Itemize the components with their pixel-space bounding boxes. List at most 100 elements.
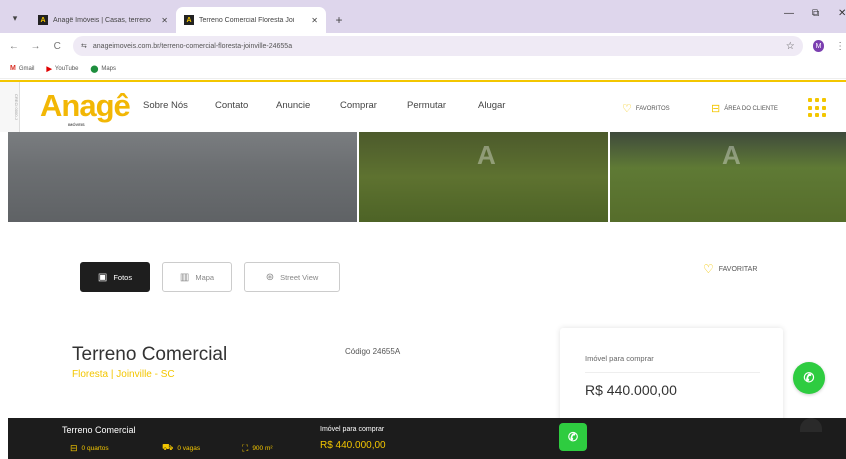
- price-value: R$ 440.000,00: [585, 382, 677, 398]
- bookmark-maps[interactable]: ⬤ Maps: [90, 65, 116, 73]
- client-area-icon: ⊟: [711, 103, 721, 115]
- feature-area: ⛶ 900 m²: [242, 442, 273, 454]
- tab-mapa[interactable]: ▥ Mapa: [162, 262, 232, 292]
- minimize-icon[interactable]: —: [784, 8, 794, 19]
- gallery-photo-field[interactable]: A: [610, 132, 846, 222]
- tab-label: Mapa: [195, 272, 215, 282]
- menu-item-alugar[interactable]: Alugar: [478, 100, 528, 111]
- back-icon[interactable]: ←: [8, 41, 20, 52]
- site-logo[interactable]: Anagê IMÓVEIS: [40, 86, 131, 130]
- logo-text: Anagê: [40, 88, 131, 123]
- favoritar-button[interactable]: ♡ FAVORITAR: [703, 262, 757, 276]
- bookmark-label: Gmail: [18, 65, 35, 72]
- menu-item-comprar[interactable]: Comprar: [340, 100, 407, 111]
- gallery-photo-grass[interactable]: A: [359, 132, 608, 222]
- watermark-logo: A: [477, 140, 496, 170]
- car-icon: ⛟: [162, 442, 174, 452]
- close-window-icon[interactable]: ✕: [838, 8, 846, 19]
- tab-list-icon[interactable]: ▾: [0, 3, 30, 33]
- browser-tab-2[interactable]: A Terreno Comercial Floresta Joi ✕: [176, 7, 326, 33]
- favoritar-label: FAVORITAR: [718, 265, 758, 273]
- divider: [585, 372, 760, 373]
- profile-avatar[interactable]: M: [812, 40, 825, 52]
- favorites-label: FAVORITOS: [635, 105, 670, 112]
- price-label: Imóvel para comprar: [585, 354, 654, 363]
- url-input[interactable]: ⇆ anageimoveis.com.br/terreno-comercial-…: [73, 36, 803, 56]
- gallery-photo-road[interactable]: [8, 132, 357, 222]
- property-code: Código 24655A: [345, 347, 401, 356]
- chat-avatar[interactable]: [800, 418, 822, 432]
- media-tabs: ▣ Fotos ▥ Mapa ⊛ Street View: [80, 262, 340, 292]
- sticky-summary-bar: Terreno Comercial ⊟ 0 quartos ⛟ 0 vagas …: [8, 418, 846, 459]
- tab-label: Street View: [280, 272, 319, 282]
- anage-favicon-icon: A: [38, 15, 48, 25]
- photo-gallery: A A: [0, 132, 846, 222]
- feature-parking: ⛟ 0 vagas: [162, 442, 242, 454]
- close-tab-icon[interactable]: ✕: [161, 16, 168, 25]
- main-menu: Sobre Nós Contato Anuncie Comprar Permut…: [143, 100, 528, 111]
- feature-label: 900 m²: [252, 444, 273, 452]
- whatsapp-icon: ✆: [567, 430, 579, 444]
- maximize-icon[interactable]: ⧉: [812, 8, 819, 19]
- map-icon: ▥: [179, 271, 190, 283]
- whatsapp-icon: ✆: [803, 370, 815, 385]
- close-tab-icon[interactable]: ✕: [311, 16, 318, 25]
- feature-label: 0 vagas: [177, 444, 201, 452]
- gmail-icon: M: [10, 65, 16, 72]
- maps-icon: ⬤: [90, 65, 99, 73]
- client-area-label: ÁREA DO CLIENTE: [724, 105, 778, 112]
- tab-fotos[interactable]: ▣ Fotos: [80, 262, 150, 292]
- summary-features: ⊟ 0 quartos ⛟ 0 vagas ⛶ 900 m²: [70, 442, 273, 454]
- photo-icon: ▣: [97, 271, 108, 283]
- bookmarks-bar: M Gmail ▶ YouTube ⬤ Maps: [0, 59, 846, 79]
- tab-title: Anagê Imóveis | Casas, terreno: [53, 16, 151, 24]
- new-tab-button[interactable]: +: [326, 7, 352, 33]
- whatsapp-button[interactable]: ✆: [559, 423, 587, 451]
- tab-title: Terreno Comercial Floresta Joi: [199, 16, 295, 24]
- bookmark-star-icon[interactable]: ☆: [786, 41, 795, 52]
- bookmark-label: YouTube: [54, 65, 79, 72]
- creci-strip: CRECI 0000-J: [0, 82, 20, 132]
- site-info-icon[interactable]: ⇆: [81, 42, 87, 50]
- address-bar: ← → C ⇆ anageimoveis.com.br/terreno-come…: [0, 33, 846, 59]
- bookmark-label: Maps: [101, 65, 116, 72]
- bed-icon: ⊟: [70, 442, 78, 453]
- apps-grid-icon[interactable]: [808, 98, 828, 118]
- client-area-link[interactable]: ⊟ ÁREA DO CLIENTE: [711, 102, 778, 115]
- anage-favicon-icon: A: [184, 15, 194, 25]
- logo-subtext: IMÓVEIS: [68, 122, 85, 127]
- summary-buy-label: Imóvel para comprar: [320, 426, 385, 433]
- heart-icon: ♡: [622, 103, 632, 115]
- price-card: Imóvel para comprar R$ 440.000,00: [560, 328, 783, 428]
- menu-item-sobre-nos[interactable]: Sobre Nós: [143, 100, 215, 111]
- plus-icon: +: [335, 13, 343, 27]
- menu-item-anuncie[interactable]: Anuncie: [276, 100, 340, 111]
- bookmark-youtube[interactable]: ▶ YouTube: [47, 65, 79, 73]
- menu-item-permutar[interactable]: Permutar: [407, 100, 478, 111]
- whatsapp-float-button[interactable]: ✆: [793, 362, 825, 394]
- summary-title: Terreno Comercial: [62, 425, 136, 435]
- tab-street-view[interactable]: ⊛ Street View: [244, 262, 340, 292]
- tab-label: Fotos: [113, 272, 133, 282]
- youtube-icon: ▶: [46, 65, 52, 73]
- favorites-link[interactable]: ♡ FAVORITOS: [622, 102, 670, 115]
- url-text: anageimoveis.com.br/terreno-comercial-fl…: [92, 42, 293, 50]
- forward-icon[interactable]: →: [30, 41, 42, 52]
- reload-icon[interactable]: C: [51, 41, 63, 52]
- site-header: CRECI 0000-J Anagê IMÓVEIS Sobre Nós Con…: [0, 80, 846, 132]
- street-view-icon: ⊛: [265, 271, 275, 283]
- summary-buy-value: R$ 440.000,00: [320, 440, 386, 451]
- tab-bar: ▾ A Anagê Imóveis | Casas, terreno ✕ A T…: [0, 0, 846, 33]
- watermark-logo: A: [722, 140, 741, 170]
- property-location: Floresta | Joinville - SC: [72, 369, 175, 380]
- browser-tab-1[interactable]: A Anagê Imóveis | Casas, terreno ✕: [30, 7, 176, 33]
- feature-label: 0 quartos: [81, 444, 109, 452]
- property-title: Terreno Comercial: [72, 344, 228, 365]
- browser-menu-icon[interactable]: ⋮: [834, 41, 846, 52]
- browser-window: ▾ A Anagê Imóveis | Casas, terreno ✕ A T…: [0, 0, 846, 459]
- area-icon: ⛶: [242, 442, 249, 453]
- feature-bedrooms: ⊟ 0 quartos: [70, 442, 162, 454]
- bookmark-gmail[interactable]: M Gmail: [10, 65, 35, 72]
- menu-item-contato[interactable]: Contato: [215, 100, 276, 111]
- heart-icon: ♡: [703, 262, 714, 276]
